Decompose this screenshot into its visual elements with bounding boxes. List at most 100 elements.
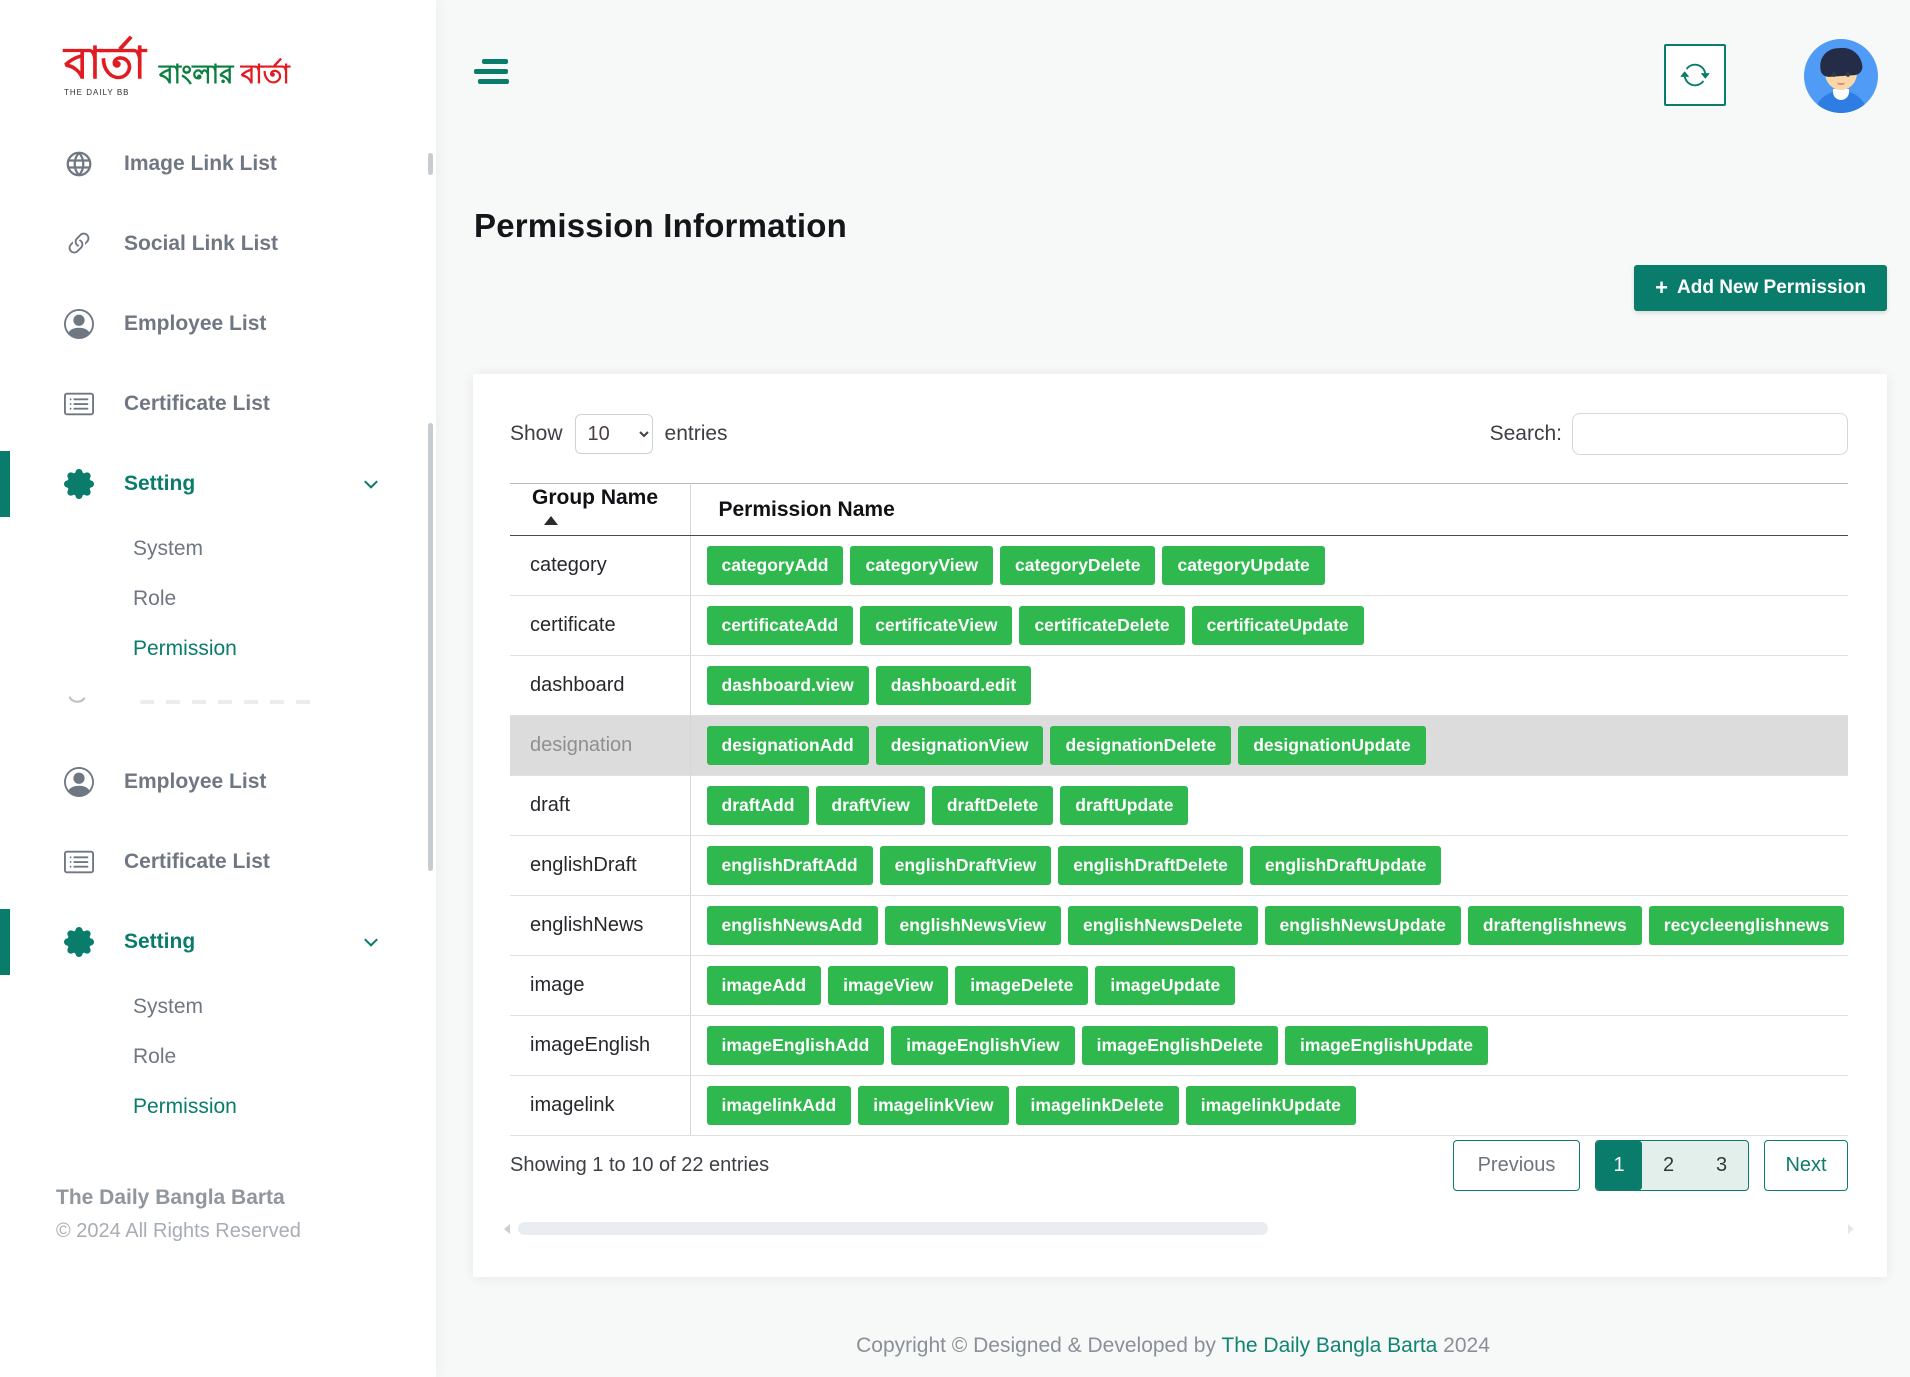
page-size-select[interactable]: 10 (575, 414, 653, 454)
card-list-icon (64, 389, 94, 419)
table-footer: Showing 1 to 10 of 22 entries Previous 1… (510, 1139, 1848, 1191)
search-input[interactable] (1572, 413, 1848, 455)
sidebar-item-image-link-list[interactable]: Image Link List (0, 124, 436, 204)
sidebar-item-certificate-list[interactable]: Certificate List (0, 364, 436, 444)
permission-badges-cell: dashboard.viewdashboard.edit (690, 656, 1848, 716)
group-name-cell: certificate (510, 596, 690, 656)
column-header-group-name[interactable]: Group Name (510, 484, 690, 536)
permission-badge: categoryUpdate (1162, 546, 1324, 585)
horizontal-scrollbar-thumb[interactable] (518, 1222, 1268, 1235)
sidebar-scrollbar-thumb[interactable] (428, 423, 433, 871)
sidebar-item-label: Social Link List (124, 232, 278, 256)
refresh-icon (1680, 60, 1710, 90)
sidebar-subitem-permission[interactable]: Permission (0, 624, 436, 674)
sidebar-subitem-system[interactable]: System (0, 982, 436, 1032)
table-row-imagelink: imagelinkimagelinkAddimagelinkViewimagel… (510, 1076, 1848, 1136)
sidebar-item-label: Employee List (124, 770, 266, 794)
group-name-cell: imagelink (510, 1076, 690, 1136)
add-new-permission-button[interactable]: + Add New Permission (1634, 265, 1887, 311)
sidebar-item-label: Certificate List (124, 850, 270, 874)
sidebar-item-employee-list[interactable]: Employee List (0, 742, 436, 822)
pagination-page-3[interactable]: 3 (1695, 1141, 1748, 1190)
sidebar-item-label: Setting (124, 930, 195, 954)
chevron-down-icon (362, 933, 380, 951)
plus-icon: + (1655, 277, 1668, 299)
person-circle-icon (64, 309, 94, 339)
sidebar-item-setting[interactable]: Setting (0, 902, 436, 982)
sidebar-scrollbar-thumb[interactable] (428, 153, 433, 175)
group-name-cell: englishNews (510, 896, 690, 956)
permission-badge: categoryView (850, 546, 993, 585)
sidebar-footer-copyright: © 2024 All Rights Reserved (56, 1220, 301, 1243)
permission-badge: englishDraftView (880, 846, 1052, 885)
person-circle-icon (64, 767, 94, 797)
pagination-page-1[interactable]: 1 (1596, 1141, 1642, 1190)
permission-badge: imageEnglishDelete (1082, 1026, 1278, 1065)
sidebar: বার্তা THE DAILY BB বাংলার বার্তা Image … (0, 0, 436, 1377)
table-row-englishnews: englishNewsenglishNewsAddenglishNewsView… (510, 896, 1848, 956)
pagination-next-button[interactable]: Next (1764, 1140, 1848, 1191)
footer-year: 2024 (1437, 1334, 1490, 1357)
permission-badge: dashboard.view (707, 666, 869, 705)
permission-badge: draftUpdate (1060, 786, 1188, 825)
table-row-draft: draftdraftAdddraftViewdraftDeletedraftUp… (510, 776, 1848, 836)
permission-badges-cell: categoryAddcategoryViewcategoryDeletecat… (690, 536, 1848, 596)
sidebar-item-certificate-list[interactable]: Certificate List (0, 822, 436, 902)
sidebar-submenu: SystemRolePermission (0, 982, 436, 1132)
sidebar-item-social-link-list[interactable]: Social Link List (0, 204, 436, 284)
sidebar-nav: Image Link List Social Link List Employee … (0, 124, 436, 1132)
sidebar-subitem-system[interactable]: System (0, 524, 436, 574)
brand-logo[interactable]: বার্তা THE DAILY BB বাংলার বার্তা (64, 44, 290, 97)
permission-badge: designationAdd (707, 726, 869, 765)
permission-badge: englishDraftDelete (1058, 846, 1243, 885)
permission-badges-cell: imageAddimageViewimageDeleteimageUpdate (690, 956, 1848, 1016)
hamburger-menu-icon[interactable] (474, 55, 510, 91)
gear-icon (64, 469, 94, 499)
table-row-imageenglish: imageEnglishimageEnglishAddimageEnglishV… (510, 1016, 1848, 1076)
pagination-page-2[interactable]: 2 (1642, 1141, 1695, 1190)
sidebar-item-label: Employee List (124, 312, 266, 336)
pagination-previous-button[interactable]: Previous (1453, 1140, 1580, 1191)
footer-brand-link[interactable]: The Daily Bangla Barta (1221, 1334, 1437, 1357)
sidebar-item-setting[interactable]: Setting (0, 444, 436, 524)
sidebar-item-label: Certificate List (124, 392, 270, 416)
permission-badge: imageEnglishView (891, 1026, 1074, 1065)
pagination: Previous 123 Next (1453, 1140, 1848, 1191)
table-row-category: categorycategoryAddcategoryViewcategoryD… (510, 536, 1848, 596)
group-name-cell: designation (510, 716, 690, 776)
entries-label: entries (665, 422, 728, 446)
horizontal-scrollbar[interactable] (510, 1220, 1848, 1236)
sidebar-footer-title: The Daily Bangla Barta (56, 1186, 301, 1210)
permission-badges-cell: certificateAddcertificateViewcertificate… (690, 596, 1848, 656)
sidebar-subitem-role[interactable]: Role (0, 574, 436, 624)
permission-badge: imageEnglishUpdate (1285, 1026, 1488, 1065)
permission-table-card: Show 10 entries Search: Group Name (473, 374, 1887, 1277)
permission-badge: categoryAdd (707, 546, 844, 585)
permission-badge: imageDelete (955, 966, 1088, 1005)
sidebar-subitem-role[interactable]: Role (0, 1032, 436, 1082)
user-avatar[interactable] (1804, 39, 1878, 113)
permission-badges-cell: designationAdddesignationViewdesignation… (690, 716, 1848, 776)
sidebar-item-label: Setting (124, 472, 195, 496)
sidebar-scrollbar[interactable] (428, 0, 434, 1377)
scroll-left-arrow-icon[interactable] (504, 1224, 510, 1234)
permission-badge: certificateView (860, 606, 1012, 645)
permission-badge: englishDraftUpdate (1250, 846, 1441, 885)
gear-icon (64, 927, 94, 957)
scroll-right-arrow-icon[interactable] (1848, 1224, 1854, 1234)
permission-badges-cell: englishDraftAddenglishDraftViewenglishDr… (690, 836, 1848, 896)
permission-badge: recycleenglishnews (1649, 906, 1844, 945)
sidebar-item-employee-list[interactable]: Employee List (0, 284, 436, 364)
sidebar-subitem-permission[interactable]: Permission (0, 1082, 436, 1132)
sidebar-submenu: SystemRolePermission (0, 524, 436, 674)
group-name-cell: dashboard (510, 656, 690, 716)
partial-arc-icon (64, 688, 90, 714)
page-title: Permission Information (474, 207, 847, 245)
link-icon (64, 229, 94, 259)
entries-summary: Showing 1 to 10 of 22 entries (510, 1154, 769, 1177)
table-controls: Show 10 entries Search: (510, 412, 1848, 456)
table-row-image: imageimageAddimageViewimageDeleteimageUp… (510, 956, 1848, 1016)
column-header-permission-name[interactable]: Permission Name (690, 484, 1848, 536)
refresh-button[interactable] (1664, 44, 1726, 106)
pagination-pages: 123 (1595, 1140, 1749, 1191)
